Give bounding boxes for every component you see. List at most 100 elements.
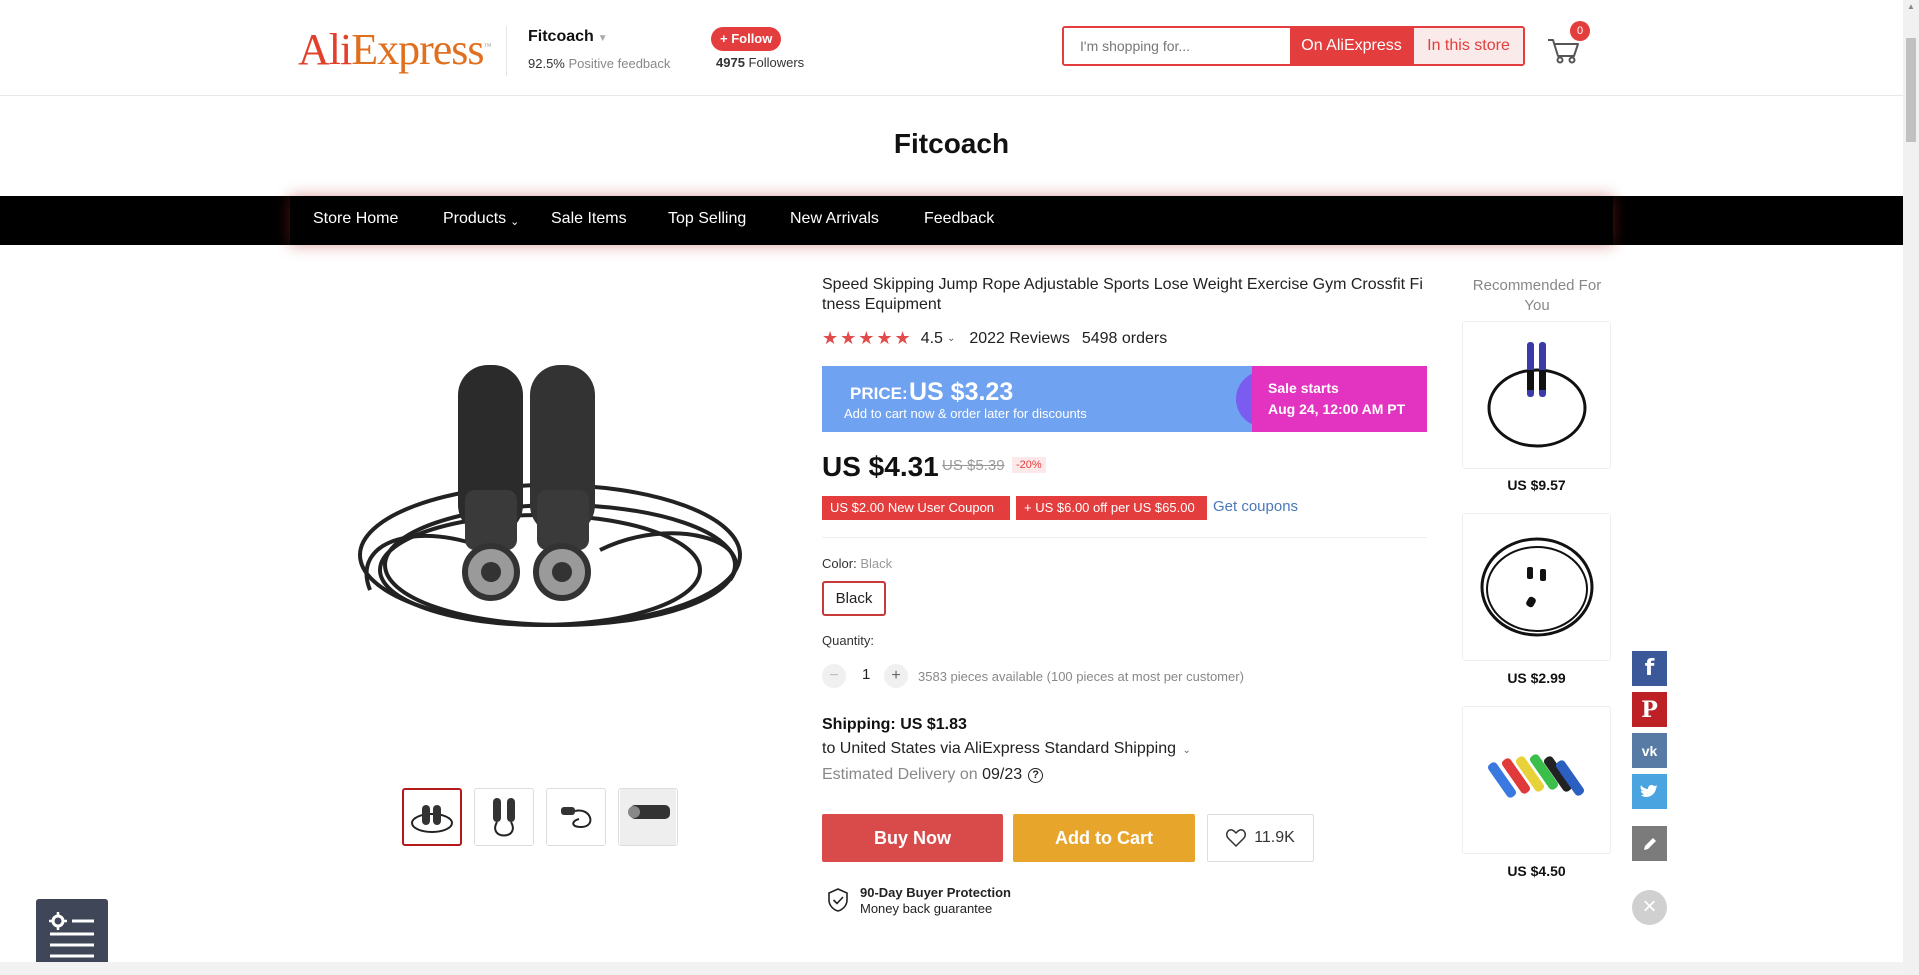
sale-starts-label: Sale starts <box>1268 380 1339 396</box>
product-main-image[interactable] <box>340 340 760 680</box>
store-name-text: Fitcoach <box>528 28 594 45</box>
resistance-bands-image <box>1487 754 1584 798</box>
get-coupons-link[interactable]: Get coupons <box>1213 498 1298 515</box>
color-selected-value: Black <box>860 556 893 571</box>
page-bottom-strip <box>0 962 1903 975</box>
store-coupon[interactable]: + US $6.00 off per US $65.00 <box>1016 496 1207 520</box>
feedback-label: Positive feedback <box>568 56 671 71</box>
color-option-black[interactable]: Black <box>822 581 886 616</box>
new-user-coupon[interactable]: US $2.00 New User Coupon <box>822 496 1010 520</box>
quantity-plus-button[interactable]: + <box>884 664 908 688</box>
divider <box>822 537 1427 538</box>
thumbnail-3[interactable] <box>546 788 606 846</box>
site-header: AliExpress™ Fitcoach ▼ 92.5% Positive fee… <box>0 0 1903 96</box>
thumbnail-4[interactable] <box>618 788 678 846</box>
color-label: Color: Black <box>822 556 892 571</box>
search-aliexpress-button[interactable]: On AliExpress <box>1290 28 1413 64</box>
chevron-down-icon[interactable]: ⌄ <box>947 333 955 344</box>
shipping-method[interactable]: to United States via AliExpress Standard… <box>822 740 1191 758</box>
search-store-button[interactable]: In this store <box>1413 28 1523 64</box>
cart-count-badge: 0 <box>1570 21 1590 41</box>
scrollbar-track[interactable] <box>1903 0 1919 975</box>
nav-products-label: Products <box>443 210 507 227</box>
rating-score[interactable]: 4.5 <box>921 330 943 348</box>
discount-badge: -20% <box>1012 457 1046 473</box>
wishlist-button[interactable]: 11.9K <box>1207 814 1314 862</box>
recommended-item-1[interactable] <box>1462 321 1611 469</box>
chevron-down-icon: ⌄ <box>510 216 520 228</box>
facebook-icon[interactable]: f <box>1632 651 1667 686</box>
scrollbar-thumb[interactable] <box>1906 38 1916 142</box>
help-icon[interactable]: ? <box>1028 768 1044 783</box>
recommended-price-1: US $9.57 <box>1507 477 1566 493</box>
followers-label: Followers <box>748 55 805 70</box>
buy-now-button[interactable]: Buy Now <box>822 814 1003 862</box>
color-label-text: Color: <box>822 556 857 571</box>
store-feedback: 92.5% Positive feedback <box>528 56 670 71</box>
heart-icon <box>1226 829 1247 847</box>
original-price: US $5.39 <box>942 457 1005 474</box>
nav-sale-items[interactable]: Sale Items <box>551 210 627 228</box>
buyer-protection-title: 90-Day Buyer Protection <box>860 885 1011 900</box>
jump-rope-cable-image <box>1480 537 1593 637</box>
current-price: US $4.31 <box>822 451 939 482</box>
buyer-protection-subtitle: Money back guarantee <box>860 901 993 916</box>
jump-rope-image <box>493 798 515 837</box>
nav-products[interactable]: Products ⌄ <box>443 210 519 228</box>
price-banner: PRICE: US $3.23 Add to cart now & order … <box>822 366 1427 432</box>
delivery-date: 09/23 <box>982 766 1023 783</box>
rating-stars-icon: ★★★★★ <box>822 328 913 348</box>
scroll-up-arrow-icon[interactable]: ▲ <box>1906 2 1916 14</box>
recommended-item-3[interactable] <box>1462 706 1611 854</box>
jump-rope-image <box>561 807 592 829</box>
header-divider <box>506 26 507 76</box>
follow-button[interactable]: + Follow <box>711 27 782 51</box>
sale-starts-box: Sale starts Aug 24, 12:00 AM PT <box>1252 366 1427 432</box>
banner-subtext: Add to cart now & order later for discou… <box>844 406 1087 421</box>
pinterest-icon[interactable]: P <box>1632 692 1667 727</box>
banner-price-label: PRICE: <box>850 384 908 403</box>
store-nav-inner: Store Home Products ⌄ Sale Items Top Sell… <box>290 196 1613 245</box>
estimated-delivery: Estimated Delivery on 09/23? <box>822 766 1044 784</box>
delivery-label: Estimated Delivery on <box>822 766 978 783</box>
logo-trademark: ™ <box>483 41 492 51</box>
banner-price-value: US $3.23 <box>909 378 1014 406</box>
image-thumbnails <box>402 788 678 846</box>
pencil-shape <box>1643 837 1656 850</box>
wishlist-count: 11.9K <box>1254 829 1295 846</box>
shipping-method-text: to United States via AliExpress Standard… <box>822 740 1176 757</box>
search-input[interactable] <box>1064 28 1290 64</box>
add-to-cart-button[interactable]: Add to Cart <box>1013 814 1195 862</box>
store-title: Fitcoach <box>893 128 1010 159</box>
followers-number: 4975 <box>716 55 745 70</box>
store-name-link[interactable]: Fitcoach ▼ <box>528 28 608 46</box>
recommended-item-2[interactable] <box>1462 513 1611 661</box>
recommended-title: Recommended For You <box>1472 277 1602 314</box>
vk-icon[interactable]: vk <box>1632 733 1667 768</box>
search-bar: On AliExpress In this store <box>1062 26 1525 66</box>
settings-menu-button[interactable] <box>36 899 108 970</box>
edit-icon[interactable] <box>1632 826 1667 861</box>
aliexpress-logo[interactable]: AliExpress™ <box>298 24 492 75</box>
recommended-price-2: US $2.99 <box>1507 670 1566 686</box>
quantity-value[interactable]: 1 <box>862 666 870 683</box>
shield-check-icon <box>828 888 848 912</box>
quantity-minus-button[interactable]: − <box>822 664 846 688</box>
feedback-percent: 92.5% <box>528 56 565 71</box>
nav-new-arrivals[interactable]: New Arrivals <box>790 210 879 228</box>
twitter-bird-shape <box>1640 784 1659 797</box>
nav-top-selling[interactable]: Top Selling <box>668 210 746 228</box>
shipping-cost: Shipping: US $1.83 <box>822 716 967 733</box>
thumbnail-1[interactable] <box>402 788 462 846</box>
twitter-icon[interactable] <box>1632 774 1667 809</box>
jump-rope-image <box>411 805 453 833</box>
jump-rope-image <box>1487 342 1586 448</box>
thumbnail-2[interactable] <box>474 788 534 846</box>
reviews-count[interactable]: 2022 Reviews <box>969 330 1070 348</box>
close-icon[interactable]: × <box>1632 890 1667 925</box>
nav-store-home[interactable]: Store Home <box>313 210 398 228</box>
availability-text: 3583 pieces available (100 pieces at mos… <box>918 669 1244 684</box>
nav-feedback[interactable]: Feedback <box>924 210 994 228</box>
product-rating: ★★★★★ 4.5 ⌄ 2022 Reviews 5498 orders <box>822 328 1167 349</box>
store-nav: Store Home Products ⌄ Sale Items Top Sell… <box>0 196 1903 245</box>
